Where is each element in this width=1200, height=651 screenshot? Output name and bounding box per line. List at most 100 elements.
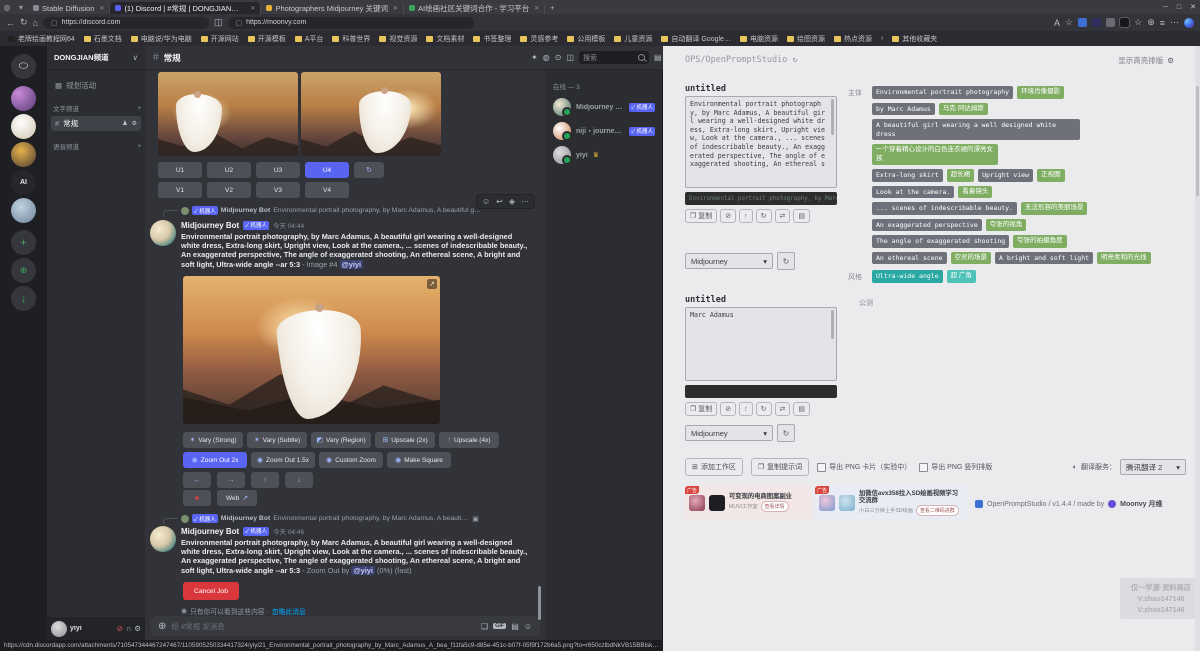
- ad-button[interactable]: 查看详情: [761, 501, 789, 512]
- action-button-custom-zoom[interactable]: ◉Custom Zoom: [319, 452, 383, 468]
- member-row[interactable]: niji・journey …✓ 机器人: [545, 119, 663, 143]
- variation-button-v1[interactable]: V1: [158, 182, 202, 198]
- save-button[interactable]: ▤: [793, 402, 810, 416]
- upscale-button-u2[interactable]: U2: [207, 162, 251, 178]
- discord-home-button[interactable]: ⬭: [11, 54, 36, 79]
- tag-zh[interactable]: 超长裙: [947, 169, 975, 182]
- add-server-button[interactable]: +: [11, 230, 36, 255]
- browser-tab[interactable]: (1) Discord | #常规 | DONGJIAN频道✕: [110, 2, 261, 14]
- tab-close-icon[interactable]: ✕: [99, 5, 104, 12]
- engine-select[interactable]: Midjourney▾: [685, 425, 773, 441]
- threads-icon[interactable]: ✦: [531, 53, 538, 62]
- gear-icon[interactable]: ⚙: [1167, 56, 1174, 65]
- headphones-icon[interactable]: ∩: [126, 624, 131, 633]
- channel-settings-gear-icon[interactable]: ⚙: [132, 120, 137, 127]
- bookmark-item[interactable]: A平台: [295, 34, 324, 44]
- split-screen-icon[interactable]: ◫: [214, 17, 223, 28]
- tag-en[interactable]: A bright and soft light: [995, 252, 1093, 265]
- action-button-make-square[interactable]: ◉Make Square: [387, 452, 451, 468]
- tag-zh[interactable]: 马克·阿达姆斯: [939, 103, 988, 116]
- search-input[interactable]: 搜索: [579, 51, 649, 64]
- chat-scrollbar[interactable]: [538, 586, 541, 620]
- inbox-icon[interactable]: ▤: [654, 53, 662, 62]
- midjourney-upscaled-image[interactable]: ↗: [183, 276, 440, 424]
- pan-button[interactable]: →: [217, 472, 245, 488]
- network-icon[interactable]: ≡: [1160, 18, 1165, 28]
- mic-muted-icon[interactable]: ⊘: [117, 624, 123, 633]
- pan-button[interactable]: ←: [183, 472, 211, 488]
- bookmark-item[interactable]: 开源网站: [201, 34, 239, 44]
- avatar[interactable]: [51, 621, 67, 637]
- upscale-button-u4[interactable]: U4: [305, 162, 349, 178]
- mention[interactable]: @yiyi: [340, 260, 364, 269]
- tag-zh[interactable]: 夸张的拍摄角度: [1013, 235, 1067, 248]
- add-channel-icon[interactable]: +: [137, 143, 141, 150]
- upscale-button-u1[interactable]: U1: [158, 162, 202, 178]
- author-name[interactable]: Midjourney Bot: [181, 221, 239, 230]
- midjourney-bot-avatar[interactable]: [150, 220, 176, 246]
- browser-tab[interactable]: Stable Diffusion✕: [28, 2, 110, 14]
- variation-button-v4[interactable]: V4: [305, 182, 349, 198]
- tab-close-icon[interactable]: ✕: [534, 5, 539, 12]
- upload-button[interactable]: ↑: [739, 402, 753, 416]
- server-avatar-ai[interactable]: AI: [11, 170, 36, 195]
- action-button-zoom-out-2x[interactable]: ◉Zoom Out 2x: [183, 452, 247, 468]
- redo-button[interactable]: ↻: [756, 402, 772, 416]
- more-options-icon[interactable]: ⋯: [521, 197, 529, 206]
- pan-button[interactable]: ↓: [285, 472, 313, 488]
- action-button-vary-subtle-[interactable]: ✶Vary (Subtle): [247, 432, 307, 448]
- variation-button-v3[interactable]: V3: [256, 182, 300, 198]
- tab-search-icon[interactable]: ▾: [14, 0, 28, 14]
- tag-zh[interactable]: 一个穿着精心设计的白色连衣裙的漂亮女孩: [872, 144, 998, 165]
- pinned-messages-icon[interactable]: ⊙: [555, 53, 562, 62]
- bookmark-item[interactable]: 视觉资源: [379, 34, 417, 44]
- download-apps-button[interactable]: ↓: [11, 286, 36, 311]
- export-png-card-checkbox[interactable]: 导出 PNG 卡片（实验中）: [817, 462, 911, 472]
- member-row[interactable]: yiyi♛: [545, 143, 663, 167]
- ops-scrollbar[interactable]: [1195, 46, 1200, 651]
- save-button[interactable]: ▤: [793, 209, 810, 223]
- engine-refresh-button[interactable]: ↻: [777, 252, 795, 270]
- tag-en[interactable]: A beautiful girl wearing a well designed…: [872, 119, 1080, 140]
- upload-button[interactable]: ↑: [739, 209, 753, 223]
- favorite-star-icon[interactable]: ☆: [1065, 17, 1073, 28]
- add-channel-icon[interactable]: +: [137, 105, 141, 112]
- tag-en[interactable]: Environmental portrait photography: [872, 86, 1013, 99]
- bookmark-item[interactable]: 公用模板: [567, 34, 605, 44]
- tag-zh[interactable]: 无法形容的美丽场景: [1021, 202, 1088, 215]
- ad-banner[interactable]: 广告 可变现的电商图案副业 MUVI工作室 查看详情: [685, 486, 811, 519]
- copy-button[interactable]: ❐复制: [685, 402, 717, 416]
- server-header[interactable]: DONGJIAN频道 ∨: [47, 46, 145, 70]
- tag-zh[interactable]: 正视图: [1037, 169, 1065, 182]
- midjourney-bot-avatar[interactable]: [150, 526, 176, 552]
- tag-en[interactable]: by Marc Adamus: [872, 103, 935, 116]
- browser-essentials-icon[interactable]: ⊕: [1147, 17, 1155, 28]
- extension-icon-blue[interactable]: [1078, 18, 1087, 27]
- upscale-button-u3[interactable]: U3: [256, 162, 300, 178]
- tag-en[interactable]: An exaggerated perspective: [872, 219, 982, 232]
- action-button-upscale-2x-[interactable]: ⊞Upscale (2x): [375, 432, 435, 448]
- action-button-vary-strong-[interactable]: ✶Vary (Strong): [183, 432, 243, 448]
- close-button[interactable]: ✕: [1190, 3, 1196, 11]
- read-aloud-icon[interactable]: A: [1054, 18, 1060, 28]
- address-bar-right[interactable]: ▢ https://moonvy.com: [228, 17, 474, 29]
- reply-icon[interactable]: ↩: [496, 197, 503, 206]
- bookmark-item[interactable]: 文档素材: [426, 34, 464, 44]
- highlight-toggle[interactable]: 显示高亮排版⚙: [1118, 55, 1174, 66]
- bookmark-item[interactable]: 绘图资源: [787, 34, 825, 44]
- server-avatar[interactable]: [11, 198, 36, 223]
- bookmark-item[interactable]: 老牌绘画教程网64: [8, 34, 75, 44]
- bookmark-item[interactable]: 科普世界: [332, 34, 370, 44]
- tag-en[interactable]: ... scenes of indescribable beauty.: [872, 202, 1017, 215]
- midjourney-grid-image-left[interactable]: [158, 72, 298, 156]
- copy-button[interactable]: ❐复制: [685, 209, 717, 223]
- browser-tab[interactable]: AI绘画社区关键词合作 - 学习平台✕: [404, 2, 545, 14]
- tag-zh[interactable]: 环境肖像摄影: [1017, 86, 1064, 99]
- member-list-icon[interactable]: ◫: [566, 53, 574, 62]
- sticker-icon[interactable]: ▤: [511, 622, 519, 631]
- bookmarks-overflow-icon[interactable]: ›: [881, 35, 883, 42]
- minimize-button[interactable]: ─: [1163, 4, 1168, 11]
- profile-icon[interactable]: ◍: [0, 0, 14, 14]
- export-png-column-checkbox[interactable]: 导出 PNG 竖列排版: [919, 462, 992, 472]
- gift-icon[interactable]: ❑: [481, 622, 488, 631]
